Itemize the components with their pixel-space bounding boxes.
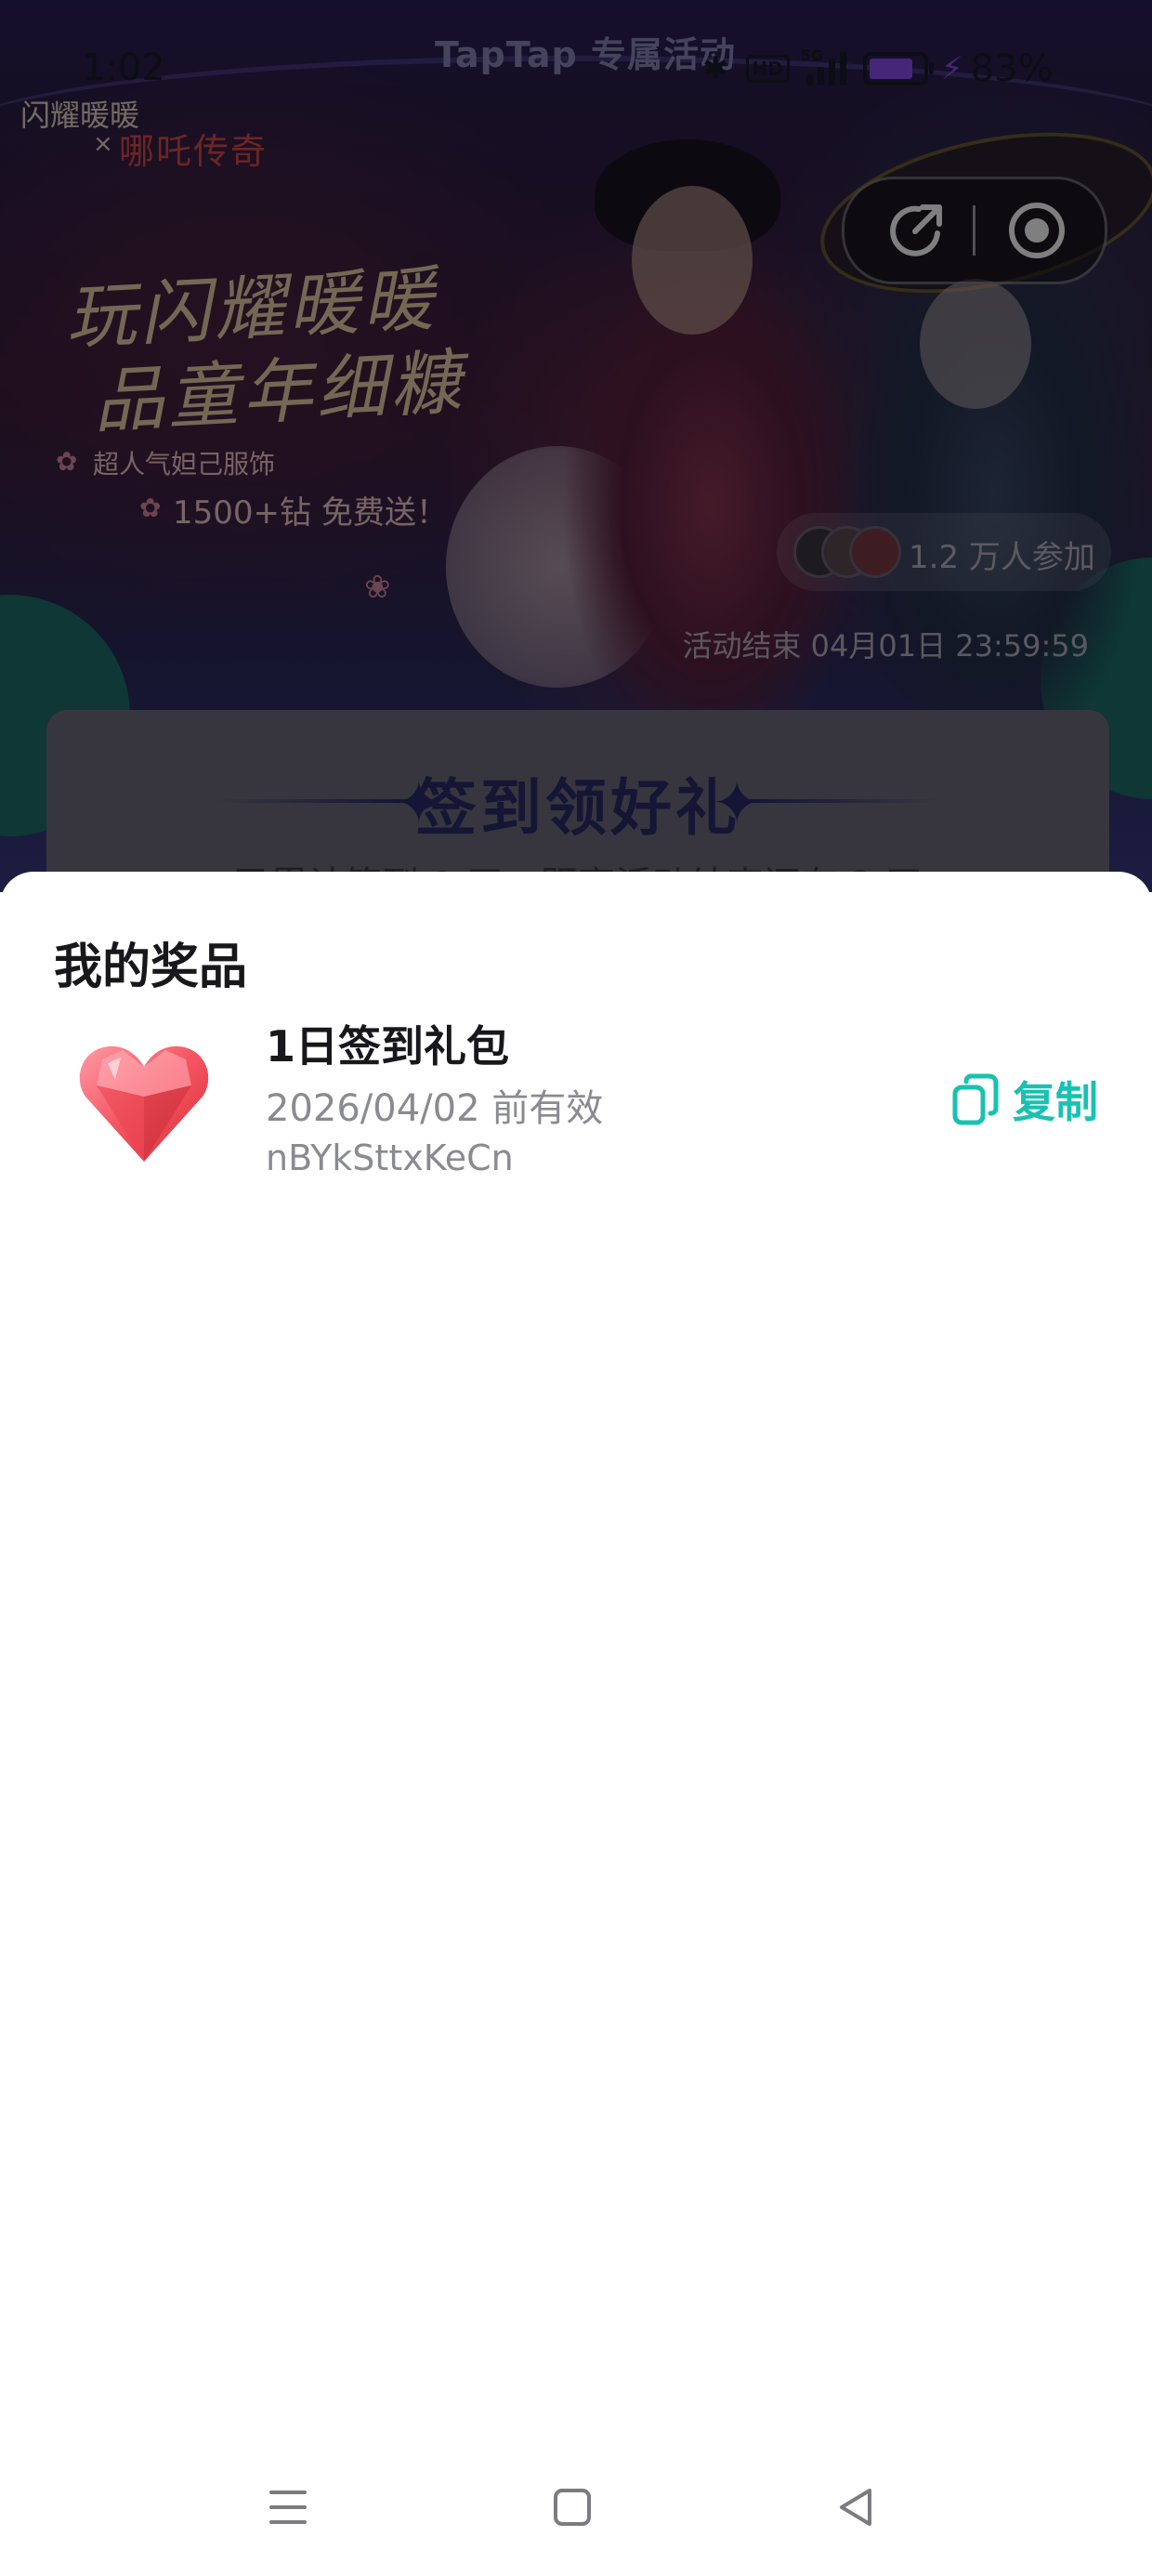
my-prizes-sheet: 我的奖品 1日签到礼包 2026/04/02 前有效 nBYkSttxKeCn xyxy=(0,872,1152,2576)
activity-page-background: 闪耀暖暖 × 哪吒传奇 玩闪耀暖暖 品童年细糠 ✿ 超人气妲己服饰 ✿ 1500… xyxy=(0,0,1152,892)
prize-item: 1日签到礼包 2026/04/02 前有效 nBYkSttxKeCn 复制 xyxy=(0,1011,1152,1206)
sheet-title: 我的奖品 xyxy=(54,940,248,995)
system-navigation-bar xyxy=(0,2433,1152,2576)
menu-icon[interactable] xyxy=(260,2479,316,2535)
copy-button[interactable]: 复制 xyxy=(951,1067,1098,1132)
copy-icon xyxy=(952,1073,999,1125)
redeem-code: nBYkSttxKeCn xyxy=(266,1137,514,1178)
home-icon[interactable] xyxy=(544,2479,600,2535)
copy-label: 复制 xyxy=(1013,1077,1098,1127)
heart-gem-icon xyxy=(79,1045,209,1162)
modal-overlay[interactable] xyxy=(0,0,1152,892)
back-icon[interactable] xyxy=(829,2479,884,2535)
prize-validity: 2026/04/02 前有效 xyxy=(266,1087,604,1130)
prize-name: 1日签到礼包 xyxy=(266,1021,510,1071)
